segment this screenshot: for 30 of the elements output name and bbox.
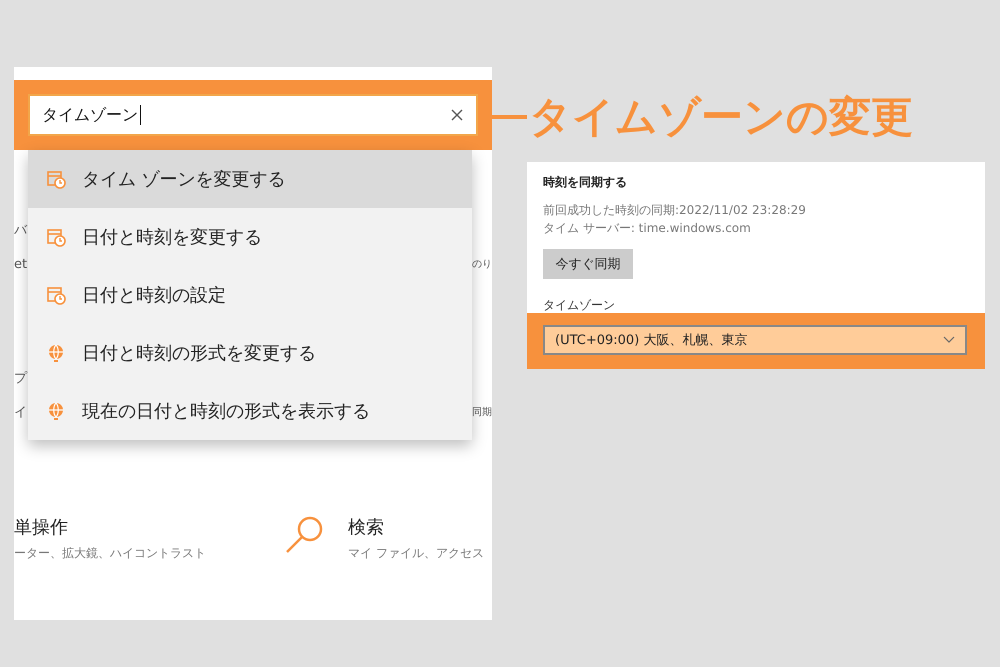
time-server-text: タイム サーバー: time.windows.com	[543, 220, 752, 237]
search-field[interactable]: タイムゾーン	[28, 94, 478, 136]
tile-subtitle: マイ ファイル、アクセス	[348, 545, 484, 562]
partial-text: イ	[14, 404, 28, 421]
timezone-label: タイムゾーン	[543, 297, 616, 311]
suggestion-item[interactable]: 現在の日付と時刻の形式を表示する	[28, 382, 472, 440]
annotation-heading: タイムゾーンの変更	[529, 91, 913, 143]
suggestion-item[interactable]: タイム ゾーンを変更する	[28, 150, 472, 208]
tile-title[interactable]: 単操作	[14, 515, 206, 539]
globe-icon	[46, 401, 66, 421]
globe-icon	[46, 343, 66, 363]
close-icon[interactable]	[450, 108, 464, 122]
partial-text: プ	[14, 370, 28, 387]
section-title: 時刻を同期する	[543, 174, 628, 191]
chevron-down-icon	[943, 336, 955, 344]
timezone-dropdown[interactable]: (UTC+09:00) 大阪、札幌、東京	[543, 325, 967, 355]
sync-now-button[interactable]: 今すぐ同期	[543, 249, 633, 279]
suggestion-item[interactable]: 日付と時刻を変更する	[28, 208, 472, 266]
partial-text: バ	[14, 222, 28, 239]
tile-title[interactable]: 検索	[348, 515, 484, 539]
calendar-clock-icon	[46, 169, 66, 189]
tile-subtitle: ーター、拡大鏡、ハイコントラスト	[14, 545, 206, 562]
suggestion-item[interactable]: 日付と時刻の設定	[28, 266, 472, 324]
last-sync-text: 前回成功した時刻の同期:2022/11/02 23:28:29	[543, 202, 807, 219]
suggestion-item[interactable]: 日付と時刻の形式を変更する	[28, 324, 472, 382]
partial-text: et	[14, 256, 28, 272]
calendar-clock-icon	[46, 227, 66, 247]
partial-text: 同期	[472, 406, 492, 419]
partial-text: のり	[472, 258, 492, 271]
calendar-clock-icon	[46, 285, 66, 305]
